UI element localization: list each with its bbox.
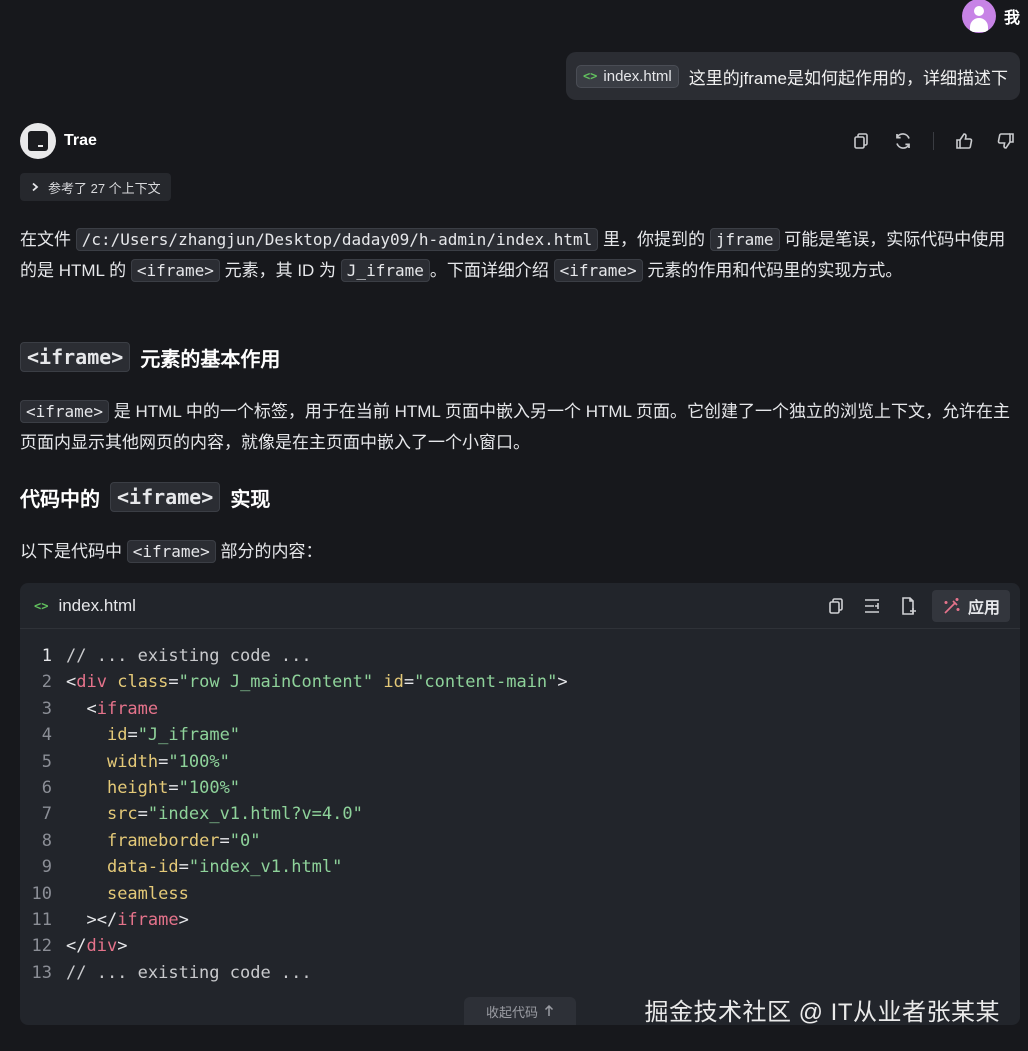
jframe-code: jframe — [709, 228, 780, 251]
code-line: 7 src = "index_v1.html?v=4.0" — [20, 801, 1020, 827]
code-line: 5 width = "100%" — [20, 749, 1020, 775]
code-line: 11 ></iframe > — [20, 907, 1020, 933]
code-line: 3 < iframe — [20, 696, 1020, 722]
message-actions — [849, 129, 1018, 153]
user-message-text: 这里的jframe是如何起作用的，详细描述下 — [688, 68, 1008, 88]
answer-intro: 在文件 /c:/Users/zhangjun/Desktop/daday09/h… — [20, 224, 1020, 286]
magic-wand-icon — [944, 597, 960, 614]
intro-text-4: 元素，其 ID 为 — [219, 261, 341, 280]
file-reference-chip[interactable]: <> index.html — [575, 64, 679, 88]
line-number: 1 — [41, 646, 52, 666]
intro-text-6: 元素的作用和代码里的实现方式。 — [642, 261, 903, 280]
heading-text: 元素的基本作用 — [140, 348, 281, 371]
apply-button[interactable]: 应用 — [931, 589, 1010, 622]
actions-divider — [933, 132, 934, 150]
code-block-actions: 应用 — [824, 589, 1010, 622]
section-basic-text: 是 HTML 中的一个标签，用于在当前 HTML 页面中嵌入另一个 HTML 页… — [20, 402, 1011, 452]
collapse-label: 收起代码 — [485, 1004, 538, 1020]
assistant-header: Trae — [20, 123, 1018, 159]
context-toggle[interactable]: 参考了 27 个上下文 — [20, 173, 171, 201]
insert-icon[interactable] — [860, 594, 884, 618]
code-line: 9 data-id = "index_v1.html" — [20, 854, 1020, 880]
watermark: 掘金技术社区 @ IT从业者张某某 — [644, 999, 1000, 1026]
user-header: 我 — [961, 0, 1020, 33]
heading-text: 实现 — [230, 488, 271, 511]
heading-iframe-code: <iframe> — [110, 482, 221, 512]
code-content[interactable]: 1// ... existing code ... 2 < div class = "r… — [20, 629, 1020, 986]
iframe-code-2: <iframe> — [553, 259, 643, 282]
line-number: 12 — [31, 936, 52, 957]
add-file-icon[interactable] — [896, 594, 920, 618]
iframe-code: <iframe> — [130, 259, 220, 282]
code-line: 1// ... existing code ... — [20, 643, 1020, 669]
intro-text-2: 里，你提到的 — [598, 230, 710, 249]
copy-icon[interactable] — [824, 594, 848, 618]
line-number: 11 — [31, 909, 52, 930]
intro-text-5: 。下面详细介绍 — [429, 261, 554, 280]
regenerate-icon[interactable] — [891, 129, 915, 153]
intro-text-1: 在文件 — [20, 230, 76, 249]
line-number: 6 — [41, 777, 52, 798]
code-line: 2 < div class = "row J_mainContent" id = "cont… — [20, 669, 1020, 695]
section-heading-impl: 代码中的 <iframe> 实现 — [20, 480, 1020, 514]
line-number: 10 — [31, 883, 52, 904]
context-label: 参考了 27 个上下文 — [48, 180, 161, 196]
file-reference-label: index.html — [603, 67, 672, 85]
user-avatar-icon[interactable] — [961, 0, 996, 33]
heading-text-pre: 代码中的 — [20, 488, 100, 511]
line-number: 4 — [41, 725, 52, 746]
code-block-filename[interactable]: index.html — [58, 596, 135, 616]
file-path-code: /c:/Users/zhangjun/Desktop/daday09/h-adm… — [75, 228, 599, 251]
thumbs-up-icon[interactable] — [952, 129, 976, 153]
iframe-code: <iframe> — [20, 400, 110, 423]
code-block: <> index.html 应用 1// ... existing code .… — [20, 583, 1020, 1025]
code-line: 8 frameborder = "0" — [20, 828, 1020, 854]
line-number: 5 — [41, 751, 52, 772]
assistant-name: Trae — [64, 132, 97, 149]
section-impl-lead: 以下是代码中 <iframe> 部分的内容： — [20, 536, 1020, 567]
iframe-id-code: J_iframe — [340, 259, 430, 282]
code-line: 6 height = "100%" — [20, 775, 1020, 801]
thumbs-down-icon[interactable] — [994, 129, 1018, 153]
arrow-up-icon — [544, 1005, 554, 1016]
line-number: 2 — [41, 672, 52, 693]
collapse-code-button[interactable]: 收起代码 — [464, 997, 576, 1025]
apply-label: 应用 — [967, 599, 1000, 617]
section-heading-basic: <iframe> 元素的基本作用 — [20, 340, 1020, 374]
line-number: 13 — [31, 962, 52, 983]
lead-text-post: 部分的内容： — [215, 542, 323, 561]
code-block-header: <> index.html 应用 — [20, 583, 1020, 629]
code-line: 4 id = "J_iframe" — [20, 722, 1020, 748]
heading-iframe-code: <iframe> — [20, 342, 131, 372]
user-message-bubble: <> index.html 这里的jframe是如何起作用的，详细描述下 — [565, 52, 1020, 100]
code-file-icon: <> — [34, 598, 49, 613]
code-line: 13// ... existing code ... — [20, 960, 1020, 986]
line-number: 3 — [41, 698, 52, 719]
chevron-right-icon — [32, 182, 39, 192]
line-number: 9 — [41, 857, 52, 878]
trae-logo-icon — [20, 123, 56, 159]
copy-icon[interactable] — [849, 129, 873, 153]
code-line: 12 </div > — [20, 933, 1020, 959]
section-basic-body: <iframe> 是 HTML 中的一个标签，用于在当前 HTML 页面中嵌入另… — [20, 396, 1020, 458]
user-name: 我 — [1003, 10, 1020, 27]
code-line: 10 seamless — [20, 881, 1020, 907]
code-file-icon: <> — [582, 69, 598, 83]
line-number: 8 — [41, 830, 52, 851]
lead-text-pre: 以下是代码中 — [20, 542, 127, 561]
iframe-code: <iframe> — [126, 540, 216, 563]
line-number: 7 — [41, 804, 52, 825]
